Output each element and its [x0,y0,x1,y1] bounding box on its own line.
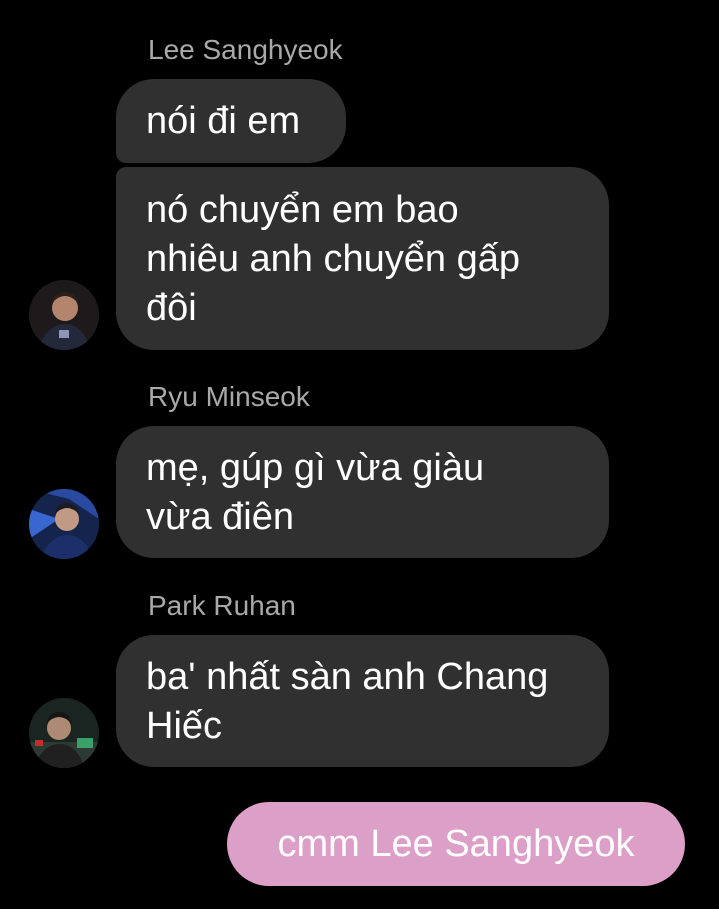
avatar-photo-icon [29,280,99,350]
message-bubble[interactable]: nó chuyển em bao nhiêu anh chuyển gấp đô… [116,167,609,350]
message-bubble[interactable]: nói đi em [116,79,346,163]
avatar[interactable] [29,280,99,350]
avatar-photo-icon [29,698,99,768]
outgoing-message-bubble[interactable]: cmm Lee Sanghyeok [227,802,685,886]
sender-name: Lee Sanghyeok [148,34,343,65]
avatar-photo-icon [29,489,99,559]
avatar[interactable] [29,698,99,768]
sender-name: Ryu Minseok [148,381,310,412]
avatar[interactable] [29,489,99,559]
sender-name: Park Ruhan [148,590,296,621]
message-bubble[interactable]: mẹ, gúp gì vừa giàu vừa điên [116,426,609,558]
message-bubble[interactable]: ba' nhất sàn anh Chang Hiếc [116,635,609,767]
